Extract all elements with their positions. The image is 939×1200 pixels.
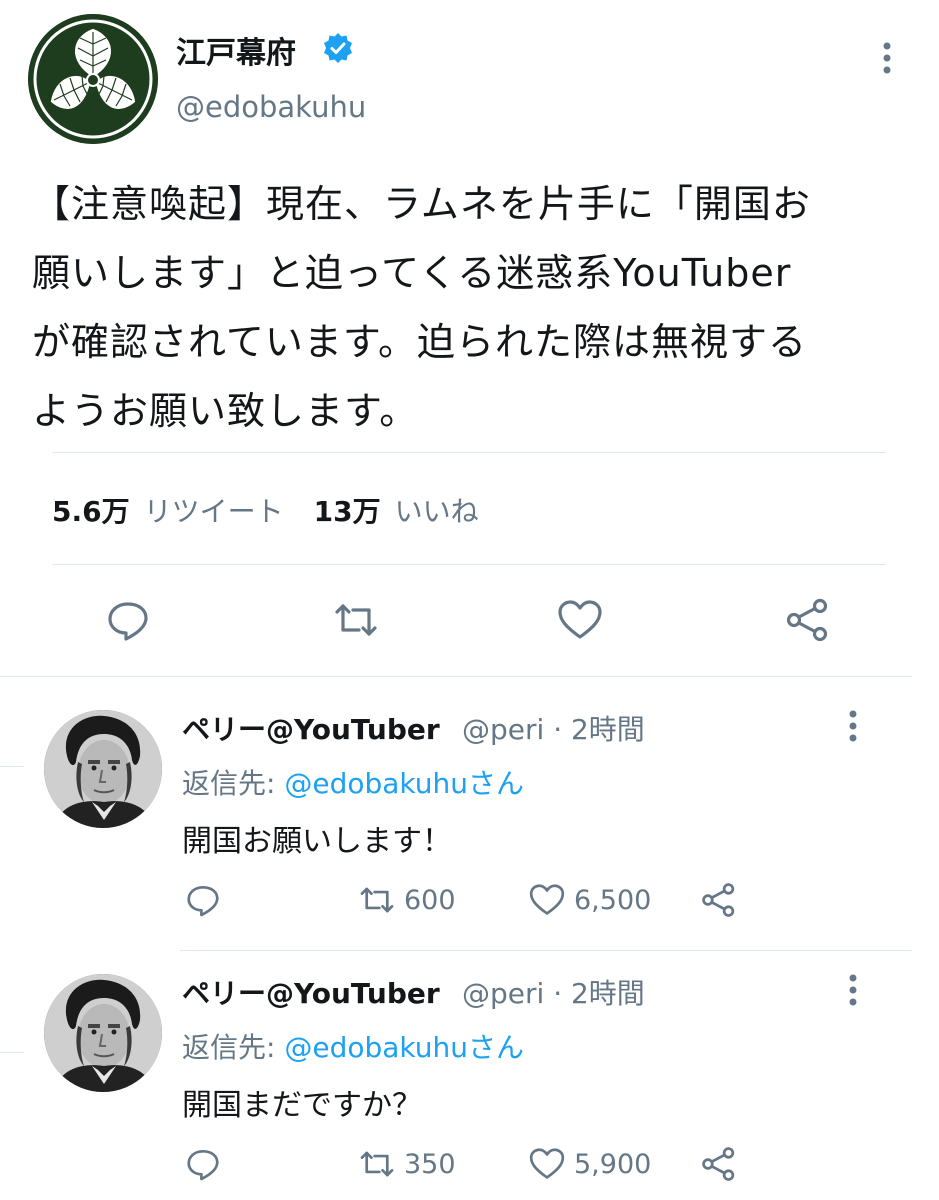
divider xyxy=(52,452,886,453)
reply-author-name[interactable]: ペリー@YouTuber xyxy=(182,972,440,1012)
more-icon[interactable] xyxy=(838,970,868,1010)
replying-to-label: 返信先: xyxy=(182,767,285,800)
retweet-action[interactable]: 600 xyxy=(358,880,456,920)
likes-label[interactable]: いいね xyxy=(395,490,479,530)
replying-to-label: 返信先: xyxy=(182,1031,285,1064)
like-icon[interactable] xyxy=(556,596,604,644)
divider xyxy=(52,564,886,565)
retweet-icon[interactable] xyxy=(358,881,396,919)
replying-to-mention[interactable]: @edobakuhuさん xyxy=(284,1031,524,1064)
reply-meta[interactable]: @peri · 2時間 xyxy=(462,972,645,1012)
avatar-edobakuhu[interactable] xyxy=(28,14,158,144)
more-icon[interactable] xyxy=(872,38,902,78)
more-icon[interactable] xyxy=(838,706,868,746)
main-tweet: 江戸幕府 @edobakuhu 【注意喚起】現在、ラムネを片手に「開国お 願いし… xyxy=(0,0,939,680)
reply-icon[interactable] xyxy=(184,1145,222,1183)
reply-icon[interactable] xyxy=(104,596,152,644)
like-icon[interactable] xyxy=(528,881,566,919)
tweet-text: 【注意喚起】現在、ラムネを片手に「開国お 願いします」と迫ってくる迷惑系YouT… xyxy=(32,182,811,433)
reply-icon[interactable] xyxy=(184,881,222,919)
retweets-count[interactable]: 5.6万 xyxy=(52,490,130,530)
share-action[interactable] xyxy=(700,1144,738,1184)
avatar-perry[interactable] xyxy=(44,710,162,828)
reply-action[interactable] xyxy=(184,880,222,920)
retweet-icon[interactable] xyxy=(358,1145,396,1183)
reply-author-name[interactable]: ペリー@YouTuber xyxy=(182,708,440,748)
like-count: 6,500 xyxy=(574,884,652,916)
reply-text: 開国まだですか？ xyxy=(182,1088,422,1123)
reply-meta[interactable]: @peri · 2時間 xyxy=(462,708,645,748)
share-action[interactable] xyxy=(700,880,738,920)
like-icon[interactable] xyxy=(528,1145,566,1183)
like-count: 5,900 xyxy=(574,1148,652,1180)
retweet-count: 600 xyxy=(404,884,456,916)
handle[interactable]: @edobakuhu xyxy=(176,90,366,124)
divider xyxy=(0,676,912,677)
replying-to: 返信先: @edobakuhuさん xyxy=(182,762,524,802)
perry-portrait-image xyxy=(44,710,162,828)
tweet-stats: 5.6万 リツイート 13万 いいね xyxy=(52,490,509,530)
reply-action[interactable] xyxy=(184,1144,222,1184)
replying-to-mention[interactable]: @edobakuhuさん xyxy=(284,767,524,800)
like-action[interactable]: 6,500 xyxy=(528,880,651,920)
display-name[interactable]: 江戸幕府 xyxy=(176,28,296,72)
perry-portrait-image xyxy=(44,974,162,1092)
reply-tweet[interactable]: ペリー@YouTuber @peri · 2時間 返信先: @edobakuhu… xyxy=(0,950,939,1200)
replying-to: 返信先: @edobakuhuさん xyxy=(182,1026,524,1066)
retweet-action[interactable]: 350 xyxy=(358,1144,456,1184)
reply-text: 開国お願いします！ xyxy=(182,824,452,859)
retweet-icon[interactable] xyxy=(332,596,380,644)
retweet-count: 350 xyxy=(404,1148,456,1180)
hollyhock-crest-logo xyxy=(28,14,158,144)
likes-count[interactable]: 13万 xyxy=(314,490,381,530)
retweets-label[interactable]: リツイート xyxy=(144,490,284,530)
divider xyxy=(0,766,24,767)
verified-badge-icon xyxy=(322,32,354,64)
avatar-perry[interactable] xyxy=(44,974,162,1092)
like-action[interactable]: 5,900 xyxy=(528,1144,651,1184)
share-icon[interactable] xyxy=(700,1145,738,1183)
share-icon[interactable] xyxy=(700,881,738,919)
share-icon[interactable] xyxy=(784,596,832,644)
reply-tweet[interactable]: ペリー@YouTuber @peri · 2時間 返信先: @edobakuhu… xyxy=(0,686,939,956)
